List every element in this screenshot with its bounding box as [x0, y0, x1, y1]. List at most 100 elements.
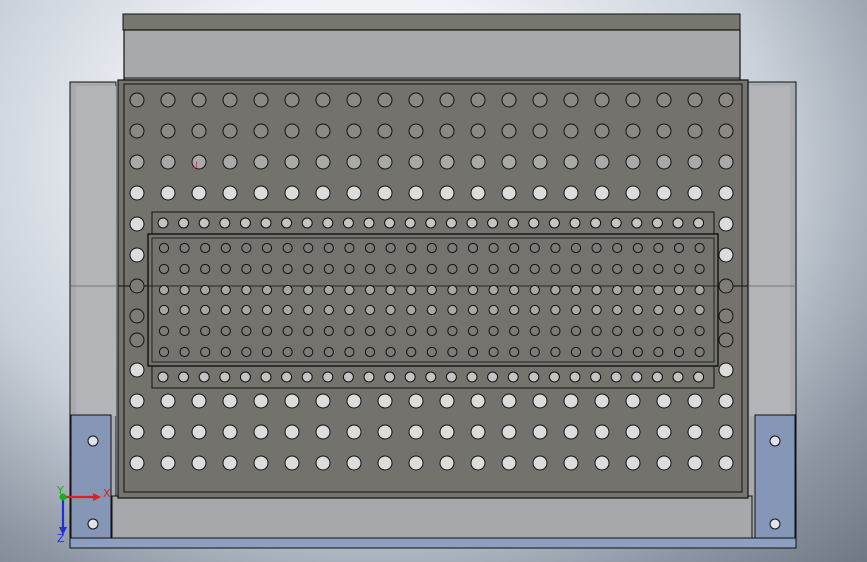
- triad-x-label: X: [103, 487, 111, 500]
- perforation-hole: [160, 154, 176, 170]
- left-bracket: [70, 414, 112, 539]
- perforation-hole: [260, 371, 272, 383]
- bracket-hole: [87, 518, 99, 530]
- perforation-hole: [222, 185, 238, 201]
- perforation-hole: [222, 424, 238, 440]
- perforation-hole: [718, 247, 734, 263]
- perforation-hole: [653, 263, 664, 275]
- perforation-hole: [488, 346, 499, 358]
- perforation-hole: [222, 455, 238, 471]
- perforation-hole: [529, 263, 540, 275]
- right-frame-inner: [750, 86, 790, 416]
- perforation-hole: [532, 393, 548, 409]
- perforation-hole: [529, 346, 540, 358]
- perforation-hole: [281, 371, 293, 383]
- perforation-hole: [303, 325, 314, 337]
- perforation-hole: [447, 325, 458, 337]
- perforation-hole: [447, 284, 458, 296]
- perforation-hole: [591, 242, 602, 254]
- perforation-hole: [529, 325, 540, 337]
- perforation-hole: [282, 284, 293, 296]
- perforation-hole: [385, 325, 396, 337]
- perforation-hole: [377, 424, 393, 440]
- perforation-hole: [694, 242, 705, 254]
- perforation-hole: [687, 123, 703, 139]
- perforation-hole: [718, 362, 734, 378]
- perforation-hole: [563, 185, 579, 201]
- perforation-hole: [550, 263, 561, 275]
- perforation-hole: [590, 371, 602, 383]
- perforation-hole: [467, 325, 479, 337]
- perforation-hole: [426, 242, 437, 254]
- perforation-hole: [220, 242, 231, 254]
- perforation-hole: [346, 123, 362, 139]
- perforation-hole: [687, 154, 703, 170]
- perforation-hole: [718, 332, 734, 348]
- perforation-hole: [346, 92, 362, 108]
- perforation-hole: [426, 325, 437, 337]
- perforation-hole: [261, 304, 273, 316]
- perforation-hole: [408, 154, 424, 170]
- perforation-hole: [632, 304, 643, 316]
- perforation-hole: [406, 242, 417, 254]
- perforation-hole: [501, 154, 517, 170]
- triad-y-label: Y: [56, 484, 64, 497]
- perforation-hole: [718, 92, 734, 108]
- perforation-hole: [344, 346, 355, 358]
- perforation-hole: [673, 346, 685, 358]
- perforation-hole: [158, 304, 170, 316]
- perforation-hole: [322, 371, 334, 383]
- perforation-hole: [447, 263, 458, 275]
- perforation-hole: [718, 185, 734, 201]
- perforation-hole: [129, 92, 145, 108]
- perforation-hole: [625, 154, 641, 170]
- top-lip: [122, 13, 741, 31]
- perforation-hole: [426, 304, 437, 316]
- perforation-hole: [631, 217, 643, 229]
- perforation-hole: [179, 304, 190, 316]
- perforation-hole: [612, 263, 623, 275]
- perforation-hole: [129, 278, 145, 294]
- perforation-hole: [260, 217, 272, 229]
- perforation-hole: [509, 242, 520, 254]
- perforation-hole: [284, 123, 300, 139]
- perforation-hole: [160, 185, 176, 201]
- perforation-hole: [594, 154, 610, 170]
- perforation-hole: [346, 393, 362, 409]
- perforation-hole: [377, 185, 393, 201]
- perforation-hole: [447, 346, 458, 358]
- perforation-hole: [563, 424, 579, 440]
- perforation-hole: [408, 185, 424, 201]
- perforation-hole: [550, 325, 561, 337]
- perforation-hole: [364, 304, 376, 316]
- perforation-hole: [129, 123, 145, 139]
- perforation-hole: [384, 371, 396, 383]
- perforation-hole: [467, 242, 479, 254]
- perforation-hole: [282, 263, 293, 275]
- perforation-hole: [467, 263, 479, 275]
- perforation-hole: [282, 325, 293, 337]
- perforation-hole: [718, 455, 734, 471]
- perforation-hole: [322, 217, 334, 229]
- perforation-hole: [220, 346, 231, 358]
- perforation-hole: [191, 393, 207, 409]
- perforation-hole: [439, 424, 455, 440]
- perforation-hole: [408, 393, 424, 409]
- perforation-hole: [364, 325, 376, 337]
- cad-viewport[interactable]: ⅃ X Z Y: [0, 0, 867, 562]
- perforation-hole: [426, 284, 437, 296]
- perforation-hole: [625, 123, 641, 139]
- perforation-hole: [129, 455, 145, 471]
- perforation-hole: [323, 304, 334, 316]
- perforation-hole: [632, 242, 643, 254]
- perforation-hole: [439, 185, 455, 201]
- triad-z-label: Z: [57, 532, 65, 545]
- perforation-hole: [610, 217, 622, 229]
- perforation-hole: [377, 154, 393, 170]
- perforation-hole: [346, 424, 362, 440]
- perforation-hole: [591, 284, 602, 296]
- perforation-hole: [509, 325, 520, 337]
- perforation-hole: [315, 424, 331, 440]
- perforation-hole: [594, 455, 610, 471]
- perforation-hole: [191, 185, 207, 201]
